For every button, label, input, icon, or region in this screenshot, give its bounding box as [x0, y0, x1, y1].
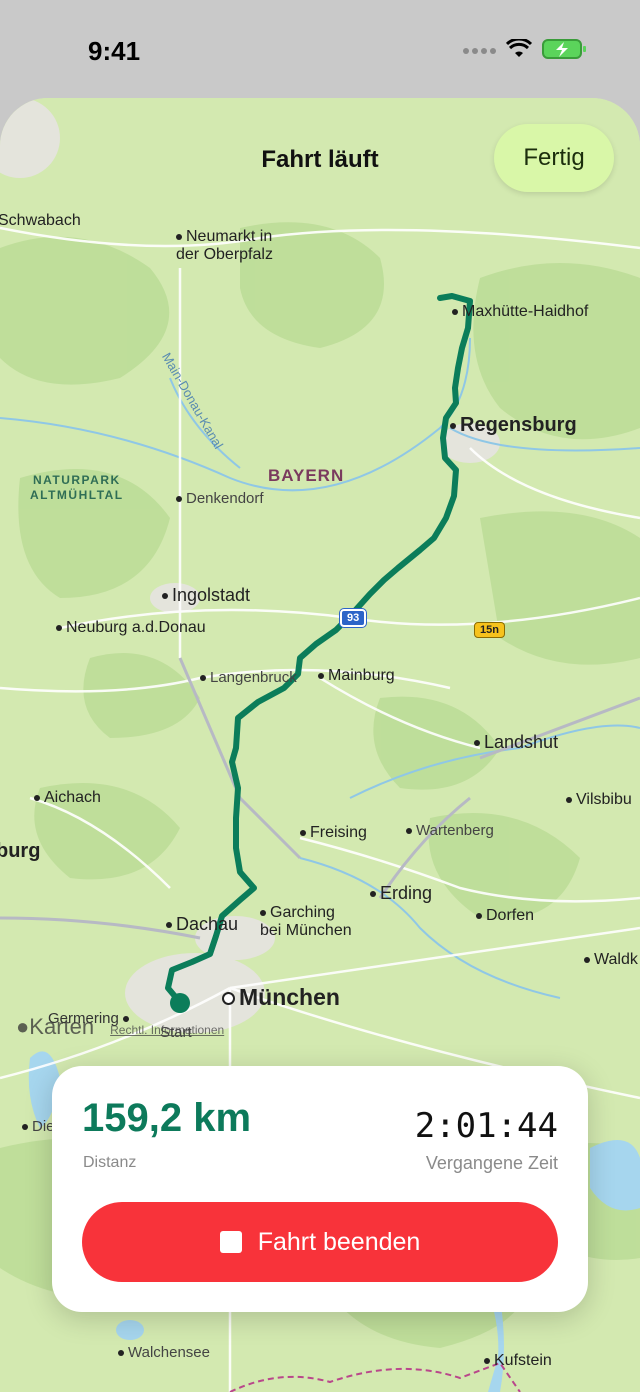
map-label-walchensee: Walchensee — [118, 1344, 210, 1361]
status-icons — [462, 37, 588, 65]
map-label-regensburg: Regensburg — [450, 414, 577, 437]
map-label-muenchen: München — [222, 984, 340, 1011]
map-label-waldkraiburg: Waldk — [584, 951, 638, 969]
elapsed-time-value: 2:01:44 — [414, 1106, 558, 1146]
distance-label: Distanz — [83, 1154, 137, 1171]
map-label-maxhuette: Maxhütte-Haidhof — [452, 303, 588, 321]
map-label-die: Die — [22, 1118, 55, 1135]
map-label-freising: Freising — [300, 824, 367, 842]
map-label-burg: burg — [0, 840, 41, 862]
legal-info-link[interactable]: Rechtl. Informationen — [110, 1023, 224, 1037]
distance-value: 159,2 km — [82, 1096, 252, 1140]
map-sheet[interactable]: Schwabach Neumarkt in der Oberpfalz Maxh… — [0, 98, 640, 1392]
map-label-erding: Erding — [370, 883, 432, 904]
map-label-garching: Garching bei München — [260, 904, 352, 939]
map-label-schwabach: Schwabach — [0, 212, 81, 229]
battery-charging-icon — [542, 38, 588, 65]
status-bar: 9:41 — [0, 0, 640, 100]
cellular-signal-icon — [462, 43, 496, 61]
map-label-aichach: Aichach — [34, 789, 101, 807]
map-label-vilsbiburg: Vilsbibu — [566, 791, 632, 809]
map-label-bayern: BAYERN — [268, 466, 345, 485]
done-button[interactable]: Fertig — [494, 124, 614, 192]
map-label-neuburg: Neuburg a.d.Donau — [56, 619, 206, 637]
wifi-icon — [505, 37, 533, 64]
map-label-denkendorf: Denkendorf — [176, 490, 264, 507]
ride-summary-card: 159,2 km Distanz 2:01:44 Vergangene Zeit… — [52, 1066, 588, 1312]
map-label-kufstein: Kufstein — [484, 1352, 552, 1370]
end-ride-button[interactable]: Fahrt beenden — [82, 1202, 558, 1282]
map-label-neumarkt: Neumarkt in der Oberpfalz — [176, 228, 273, 263]
autobahn-93-shield: 93 — [340, 609, 367, 627]
map-label-wartenberg: Wartenberg — [406, 822, 494, 839]
map-label-langenbruck: Langenbruck — [200, 669, 297, 686]
stop-icon — [219, 1231, 242, 1253]
map-label-park: NATURPARK ALTMÜHLTAL — [30, 473, 124, 502]
map-label-mainburg: Mainburg — [318, 667, 395, 685]
map-label-landshut: Landshut — [474, 732, 558, 753]
map-label-dachau: Dachau — [166, 914, 238, 935]
elapsed-time-label: Vergangene Zeit — [425, 1153, 558, 1173]
apple-maps-logo: ●Karten — [16, 1014, 95, 1039]
end-ride-label: Fahrt beenden — [257, 1227, 421, 1256]
bundesstrasse-15n-shield: 15n — [474, 622, 505, 638]
map-label-ingolstadt: Ingolstadt — [162, 585, 250, 606]
map-attribution: ●Karten Rechtl. Informationen — [16, 1014, 224, 1040]
map-label-dorfen: Dorfen — [476, 907, 534, 925]
apple-logo-icon: ● — [16, 1014, 30, 1039]
status-time: 9:41 — [88, 36, 141, 66]
start-marker — [170, 993, 190, 1013]
